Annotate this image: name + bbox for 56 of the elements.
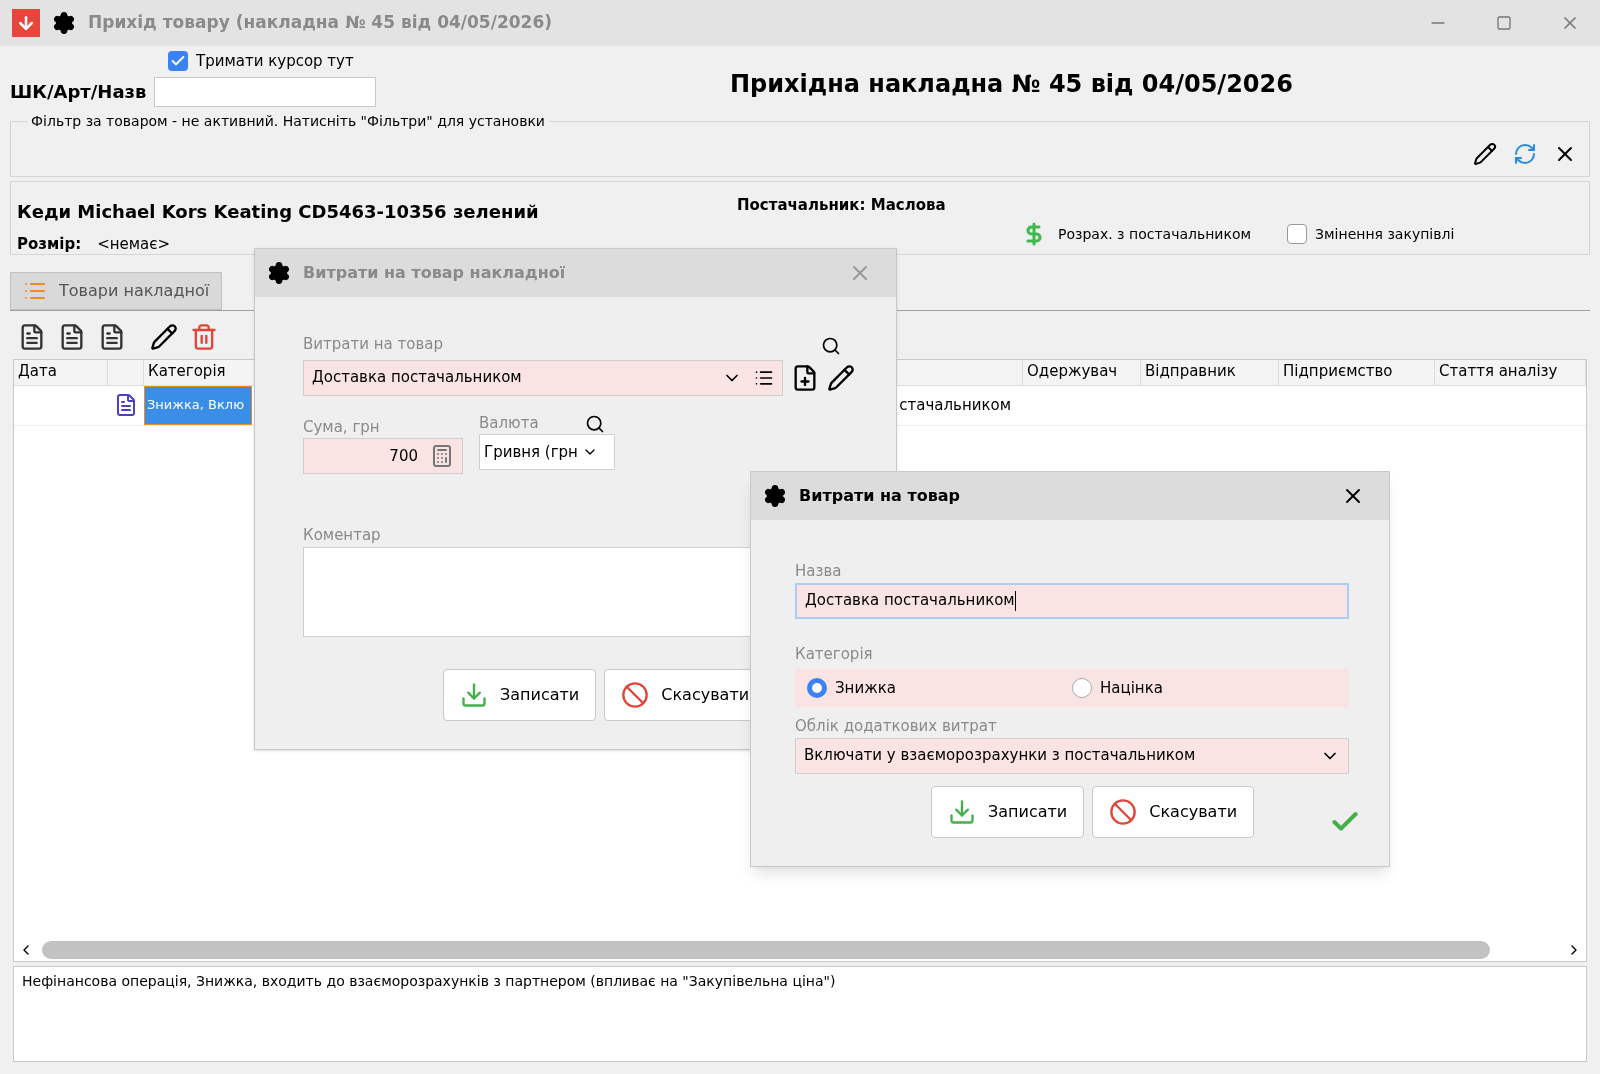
field-label: Сума, грн (303, 416, 381, 438)
document-icon (114, 393, 138, 417)
save-button[interactable]: Записати (931, 785, 1085, 838)
download-icon (460, 680, 488, 709)
keep-cursor-checkbox[interactable]: Тримати курсор тут (168, 50, 410, 73)
status-text: Нефінансова операція, Знижка, входить до взаєморозрахунків з партнером (впливає на "Закупівельна ціна") (22, 973, 836, 989)
column-header[interactable]: Дата (14, 359, 108, 385)
settlement-link[interactable]: Розрах. з постачальником (1058, 223, 1252, 245)
cancel-button[interactable]: Скасувати (1092, 785, 1255, 838)
size-value: <немає> (97, 233, 171, 255)
search-icon[interactable] (585, 414, 605, 434)
size-label: Розмір: (17, 233, 82, 255)
accounting-dropdown[interactable]: Включати у взаєморозрахунки з постачальником (795, 737, 1349, 774)
sum-field[interactable]: 700 (303, 438, 463, 474)
column-header[interactable]: Одержувач (1023, 359, 1141, 385)
edit-icon[interactable] (150, 322, 178, 351)
invoice-heading: Прихідна накладна № 45 від 04/05/2026 (730, 69, 1293, 100)
edit-icon[interactable] (827, 363, 855, 392)
cancel-icon (1109, 797, 1138, 826)
field-label: Категорія (795, 643, 874, 665)
supplier-name: Постачальник: Маслова (737, 194, 946, 216)
field-label: Облік додаткових витрат (795, 716, 998, 737)
app-logo-icon (12, 9, 40, 37)
search-field[interactable] (154, 76, 377, 107)
delete-icon[interactable] (190, 322, 218, 351)
refresh-icon[interactable] (1513, 141, 1537, 166)
purchase-change-checkbox[interactable]: Змінення закупівлі (1287, 223, 1455, 245)
cancel-icon (621, 680, 650, 709)
tab[interactable]: Товари накладної (10, 271, 223, 310)
window-title: Прихід товару (накладна № 45 від 04/05/2026) (88, 11, 552, 35)
product-name: Кеди Michael Kors Keating CD5463-10356 зелений (17, 199, 540, 224)
calculator-icon[interactable] (430, 444, 454, 468)
edit-icon[interactable] (1473, 141, 1497, 166)
table-cell-text: стачальником (898, 394, 1012, 416)
column-header[interactable]: Відправник (1141, 359, 1279, 385)
field-label: Назва (795, 561, 843, 582)
download-icon (948, 797, 976, 826)
settings-icon[interactable] (52, 11, 76, 35)
field-label: Витрати на товар (303, 334, 443, 355)
search-icon[interactable] (821, 335, 841, 356)
column-header[interactable]: Підприємство (1279, 359, 1435, 385)
save-button[interactable]: Записати (443, 668, 597, 721)
currency-dropdown[interactable]: Гривня (грн (479, 434, 615, 470)
dialog-title: Витрати на товар (799, 485, 961, 507)
settings-icon[interactable] (763, 484, 787, 508)
cost-dropdown[interactable]: Доставка постачальником (303, 359, 783, 396)
name-field[interactable]: Доставка постачальником (795, 582, 1349, 619)
dialog-title: Витрати на товар накладної (303, 262, 566, 284)
scrollbar-thumb[interactable] (42, 941, 1490, 959)
field-label: Коментар (303, 525, 382, 546)
category-radio[interactable]: Націнка (1072, 676, 1337, 700)
category-radio[interactable]: Знижка (807, 676, 1072, 700)
search-label: ШК/Арт/Назв (10, 80, 147, 104)
settings-icon[interactable] (267, 261, 291, 285)
field-label: Валюта (479, 412, 539, 434)
column-header[interactable]: Стаття аналізу (1435, 359, 1586, 385)
